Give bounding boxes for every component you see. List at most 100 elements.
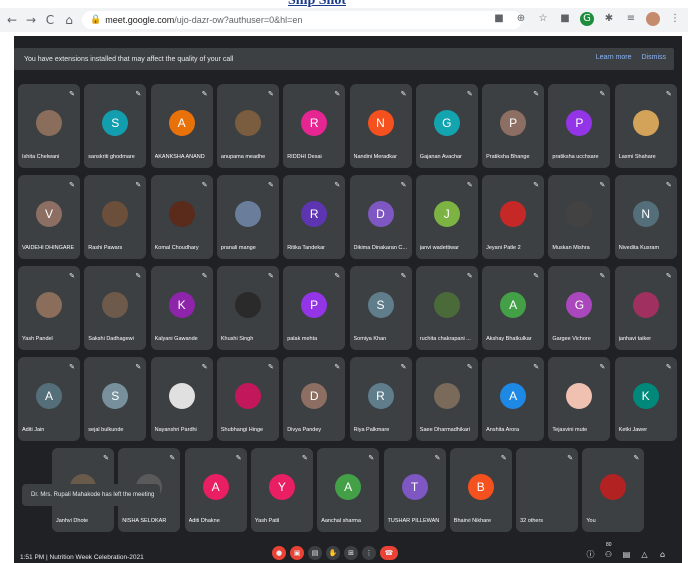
pin-icon[interactable]: ✎: [334, 363, 340, 371]
participant-tile[interactable]: ✎ N Nivedita Kusram: [614, 175, 677, 259]
participant-tile[interactable]: ✎ Yash Pandel: [18, 266, 80, 350]
pin-icon[interactable]: ✎: [634, 454, 640, 462]
pin-icon[interactable]: ✎: [467, 363, 473, 371]
star-icon[interactable]: ☆: [536, 12, 550, 26]
participant-tile[interactable]: ✎ N Nandini Meradkar: [349, 84, 412, 168]
captions-icon[interactable]: ▤: [308, 546, 322, 560]
pin-icon[interactable]: ✎: [533, 363, 539, 371]
participant-tile[interactable]: ✎ Jeyani Patle 2: [482, 175, 545, 259]
pin-icon[interactable]: ✎: [467, 90, 473, 98]
participant-tile[interactable]: ✎ Sakshi Dadhagewi: [84, 266, 147, 350]
pin-icon[interactable]: ✎: [69, 363, 75, 371]
pin-icon[interactable]: ✎: [268, 363, 274, 371]
pin-icon[interactable]: ✎: [103, 454, 109, 462]
participant-tile[interactable]: ✎ A AKANKSHA ANAND: [150, 84, 213, 168]
home-icon[interactable]: ⌂: [62, 13, 76, 27]
participant-tile[interactable]: ✎ Y Yash Patil: [250, 448, 313, 532]
present-icon[interactable]: ⊞: [344, 546, 358, 560]
pin-icon[interactable]: ✎: [69, 90, 75, 98]
participant-tile[interactable]: ✎ R Riya Palkmare: [349, 357, 412, 441]
participant-tile[interactable]: ✎ Saee Dharmadhikari: [415, 357, 478, 441]
pin-icon[interactable]: ✎: [666, 90, 672, 98]
pin-icon[interactable]: ✎: [202, 363, 208, 371]
pin-icon[interactable]: ✎: [600, 90, 606, 98]
participant-tile[interactable]: ✎ D Divya Pandey: [283, 357, 346, 441]
pin-icon[interactable]: ✎: [501, 454, 507, 462]
pin-icon[interactable]: ✎: [533, 90, 539, 98]
participant-tile[interactable]: ✎ 32 others: [516, 448, 579, 532]
pin-icon[interactable]: ✎: [600, 363, 606, 371]
pin-icon[interactable]: ✎: [135, 272, 141, 280]
pin-icon[interactable]: ✎: [533, 181, 539, 189]
learn-more-link[interactable]: Learn more: [596, 54, 632, 61]
participant-tile[interactable]: ✎ D Dikima Dinakaran C...: [349, 175, 412, 259]
participant-tile[interactable]: ✎ R RIDDHI Desai: [283, 84, 346, 168]
pin-icon[interactable]: ✎: [600, 272, 606, 280]
pin-icon[interactable]: ✎: [666, 272, 672, 280]
mic-off-icon[interactable]: ●: [272, 546, 286, 560]
zoom-icon[interactable]: ⊕: [514, 12, 528, 26]
participant-tile[interactable]: ✎ Jjanvi wadettiwar: [415, 175, 478, 259]
pin-icon[interactable]: ✎: [202, 181, 208, 189]
participant-tile[interactable]: ✎ K Ketki Jawer: [614, 357, 677, 441]
profile-avatar[interactable]: [646, 12, 660, 26]
pin-icon[interactable]: ✎: [467, 272, 473, 280]
participant-tile[interactable]: ✎ K Kalyani Gawande: [150, 266, 213, 350]
pin-icon[interactable]: ✎: [135, 181, 141, 189]
pin-icon[interactable]: ✎: [334, 272, 340, 280]
pin-icon[interactable]: ✎: [202, 272, 208, 280]
address-bar[interactable]: 🔒 meet.google.com/ujo-dazr-ow?authuser=0…: [82, 11, 522, 29]
participant-tile[interactable]: ✎ Komal Choudhary: [150, 175, 213, 259]
grammarly-icon[interactable]: G: [580, 12, 594, 26]
pin-icon[interactable]: ✎: [567, 454, 573, 462]
pin-icon[interactable]: ✎: [401, 272, 407, 280]
activities-icon[interactable]: △: [638, 548, 651, 561]
pin-icon[interactable]: ✎: [169, 454, 175, 462]
participant-tile[interactable]: ✎ A Anshita Arora: [482, 357, 545, 441]
camera-off-icon[interactable]: ▣: [290, 546, 304, 560]
participant-tile[interactable]: ✎ A Akshay Bhatkulkar: [482, 266, 545, 350]
participant-tile[interactable]: ✎ Ssejal bulkunde: [84, 357, 147, 441]
pin-icon[interactable]: ✎: [401, 181, 407, 189]
reload-icon[interactable]: C: [43, 13, 57, 27]
participant-tile[interactable]: ✎ Ssanskriti ghodmare: [84, 84, 147, 168]
participant-tile[interactable]: ✎ ruchita chakrapani ...: [415, 266, 478, 350]
participant-tile[interactable]: ✎ pranali mange: [216, 175, 279, 259]
pin-icon[interactable]: ✎: [600, 181, 606, 189]
extension-icon[interactable]: ■: [558, 12, 572, 26]
participant-tile[interactable]: ✎ anupama meadhe: [216, 84, 279, 168]
participant-tile[interactable]: ✎ Shubhangi Hinge: [216, 357, 279, 441]
pin-icon[interactable]: ✎: [666, 181, 672, 189]
back-icon[interactable]: ←: [5, 13, 19, 27]
info-icon[interactable]: ⓘ: [584, 548, 597, 561]
pin-icon[interactable]: ✎: [236, 454, 242, 462]
participant-tile[interactable]: ✎ Rashi Pawars: [84, 175, 147, 259]
participant-tile[interactable]: ✎ Tejasvini mute: [548, 357, 611, 441]
pin-icon[interactable]: ✎: [268, 181, 274, 189]
pin-icon[interactable]: ✎: [401, 90, 407, 98]
participant-tile[interactable]: ✎ Laxmi Shahare: [614, 84, 677, 168]
host-controls-icon[interactable]: ⌂: [656, 548, 669, 561]
participant-tile[interactable]: ✎ Ppratiksha ucchsare: [548, 84, 611, 168]
playlist-icon[interactable]: ≡: [624, 12, 638, 26]
pin-icon[interactable]: ✎: [69, 181, 75, 189]
pin-icon[interactable]: ✎: [666, 363, 672, 371]
forward-icon[interactable]: →: [24, 13, 38, 27]
participant-tile[interactable]: ✎ G Gajanan Avachar: [415, 84, 478, 168]
participant-tile[interactable]: ✎ Khushi Singh: [216, 266, 279, 350]
pin-icon[interactable]: ✎: [268, 90, 274, 98]
participant-tile[interactable]: ✎ A Aditi Dhakne: [184, 448, 247, 532]
participant-tile[interactable]: ✎ G Gargee Vichore: [548, 266, 611, 350]
pin-icon[interactable]: ✎: [302, 454, 308, 462]
camera-icon[interactable]: ■: [492, 12, 506, 26]
participant-tile[interactable]: ✎ A Aditi Jain: [18, 357, 80, 441]
chat-icon[interactable]: ▤: [620, 548, 633, 561]
participant-tile[interactable]: ✎ T TUSHAR PILLEWAN: [383, 448, 446, 532]
people-icon[interactable]: ⚇: [602, 548, 615, 561]
participant-tile[interactable]: ✎ janhavi taiker: [614, 266, 677, 350]
participant-tile[interactable]: ✎ Nayanshri Pardhi: [150, 357, 213, 441]
participant-tile[interactable]: ✎ A Aanchal sharma: [317, 448, 380, 532]
pin-icon[interactable]: ✎: [467, 181, 473, 189]
menu-icon[interactable]: ⋮: [668, 12, 682, 26]
pin-icon[interactable]: ✎: [533, 272, 539, 280]
